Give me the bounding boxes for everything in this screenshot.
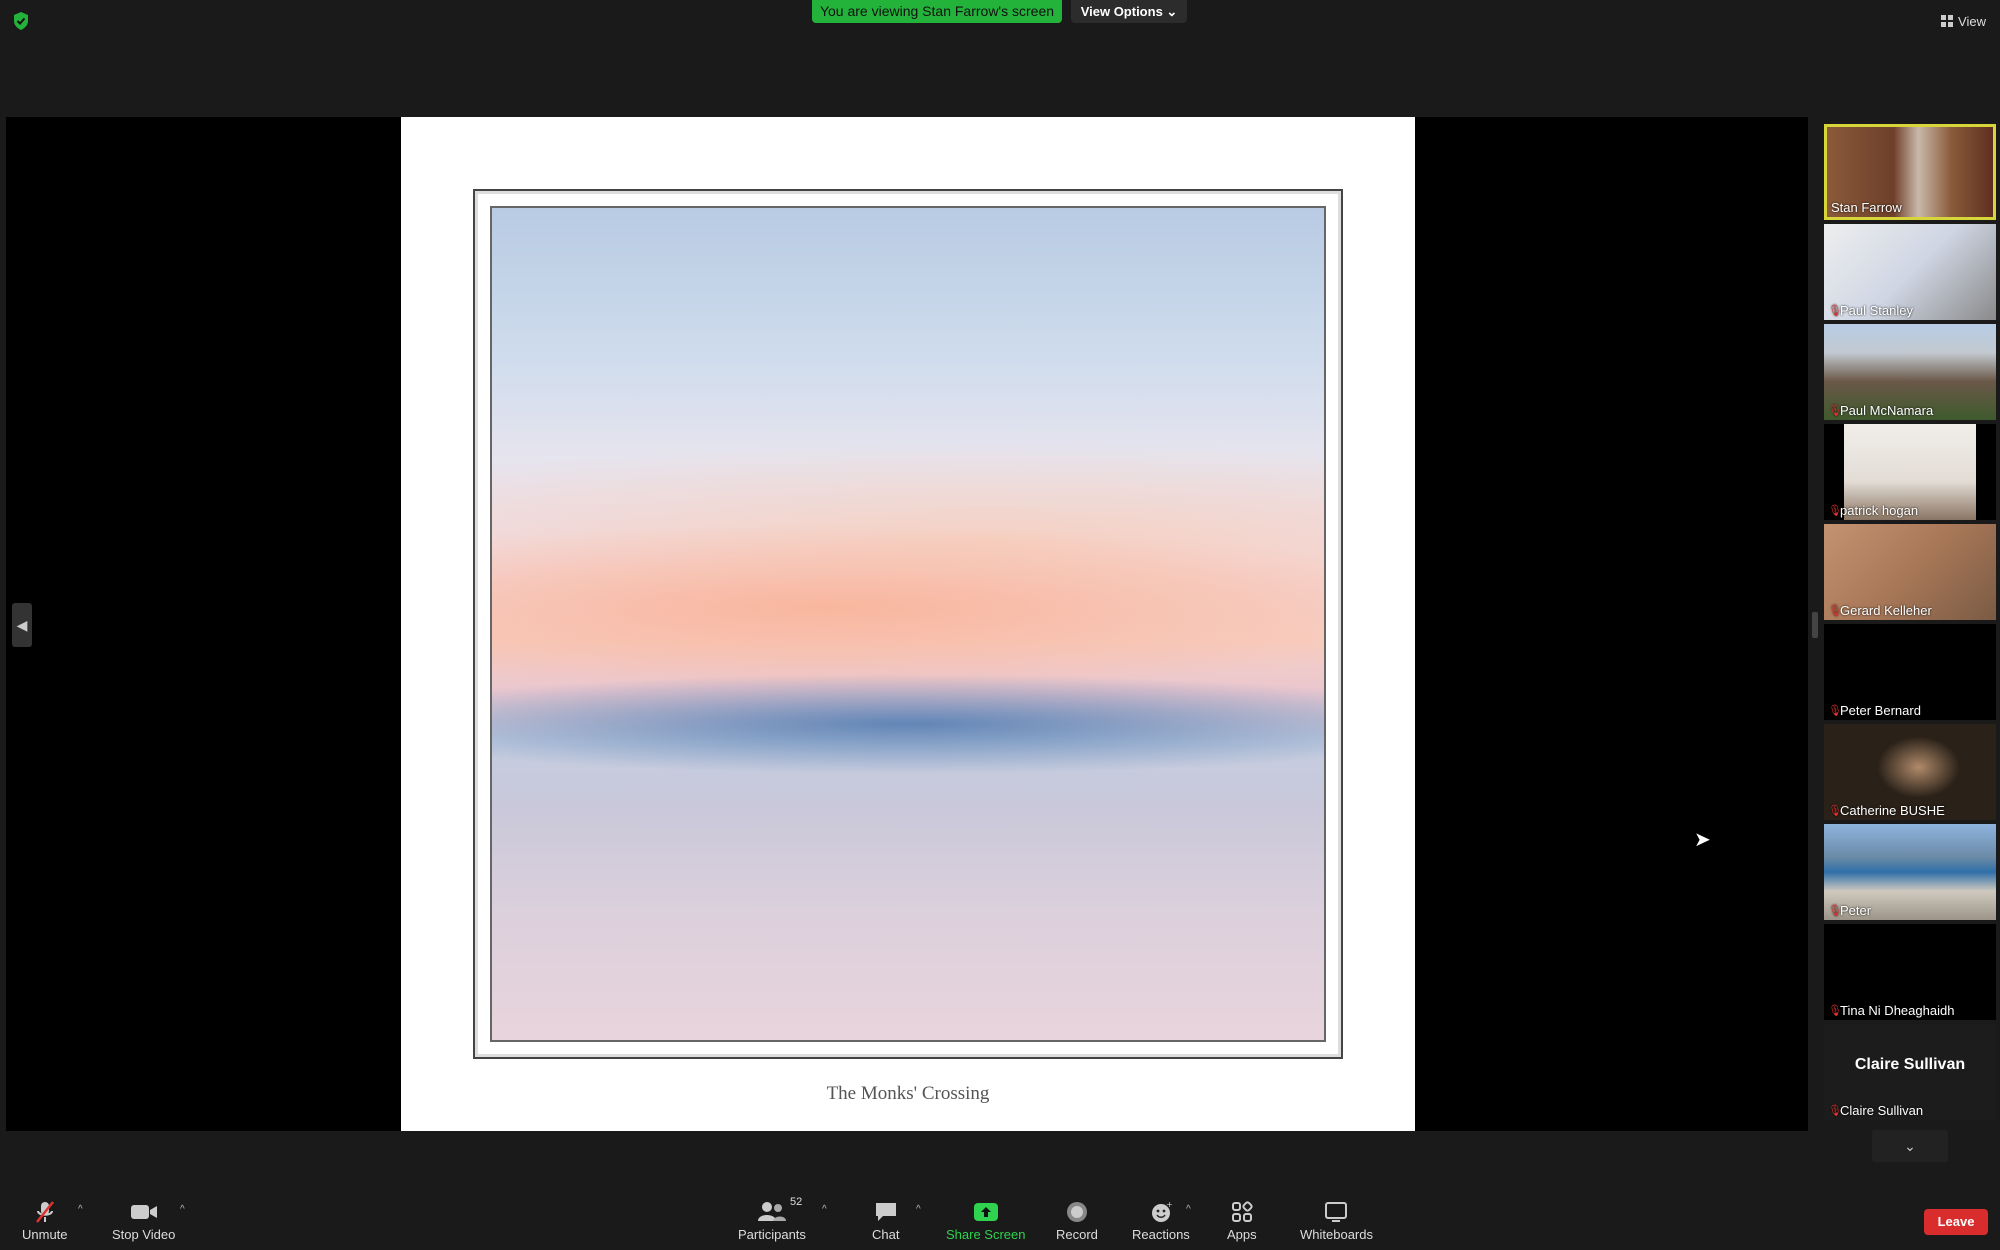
share-screen-button[interactable]: Share Screen bbox=[946, 1200, 1026, 1242]
chat-button[interactable]: Chat bbox=[872, 1200, 899, 1242]
whiteboard-icon bbox=[1324, 1200, 1348, 1224]
video-tile-tina-ni-dheaghaidh[interactable]: 🎙 Tina Ni Dheaghaidh bbox=[1824, 924, 1996, 1020]
view-button[interactable]: View bbox=[1941, 11, 1986, 31]
svg-text:+: + bbox=[1166, 1201, 1172, 1209]
seascape-photo bbox=[492, 208, 1324, 1040]
photo-frame bbox=[473, 189, 1343, 1059]
collapse-left-arrow[interactable]: ◀ bbox=[12, 603, 32, 647]
reactions-options-caret[interactable]: ^ bbox=[1186, 1204, 1191, 1215]
mic-off-icon: 🎙 bbox=[1828, 1104, 1842, 1117]
mic-off-icon: 🎙 bbox=[1828, 304, 1842, 317]
record-icon bbox=[1066, 1200, 1088, 1224]
chat-label: Chat bbox=[872, 1227, 900, 1242]
video-tile-catherine-bushe[interactable]: 🎙 Catherine BUSHE bbox=[1824, 724, 1996, 820]
screen-share-banner: You are viewing Stan Farrow's screen bbox=[812, 0, 1062, 23]
photo-inner-frame bbox=[490, 206, 1326, 1042]
participant-display-name: Claire Sullivan bbox=[1854, 1056, 1966, 1073]
shared-screen-stage: The Monks' Crossing bbox=[6, 117, 1808, 1131]
view-options-button[interactable]: View Options ⌄ bbox=[1071, 0, 1187, 23]
reactions-label: Reactions bbox=[1132, 1227, 1190, 1242]
chat-icon bbox=[874, 1200, 898, 1224]
reactions-icon: + bbox=[1150, 1200, 1172, 1224]
mic-off-icon: 🎙 bbox=[1828, 804, 1842, 817]
splitter-handle[interactable] bbox=[1812, 612, 1818, 638]
grid-icon bbox=[1941, 15, 1954, 27]
mic-off-icon: 🎙 bbox=[1828, 404, 1842, 417]
share-screen-icon bbox=[973, 1200, 999, 1224]
video-tile-peter-bernard[interactable]: 🎙 Peter Bernard bbox=[1824, 624, 1996, 720]
participants-icon: 52 bbox=[757, 1196, 802, 1224]
leave-button[interactable]: Leave bbox=[1924, 1209, 1988, 1235]
participants-button[interactable]: 52 Participants bbox=[738, 1196, 806, 1242]
mic-off-icon bbox=[34, 1200, 56, 1224]
video-tile-paul-stanley[interactable]: 🎙 Paul Stanley bbox=[1824, 224, 1996, 320]
unmute-label: Unmute bbox=[22, 1227, 68, 1242]
stop-video-button[interactable]: Stop Video bbox=[112, 1200, 175, 1242]
participant-name: 🎙 Paul McNamara bbox=[1828, 403, 1934, 418]
video-options-caret[interactable]: ^ bbox=[180, 1204, 185, 1215]
shield-icon[interactable] bbox=[12, 11, 30, 31]
participant-name: 🎙 patrick hogan bbox=[1828, 503, 1919, 518]
apps-button[interactable]: Apps bbox=[1227, 1200, 1257, 1242]
apps-icon bbox=[1231, 1200, 1253, 1224]
participant-name: 🎙 Paul Stanley bbox=[1828, 303, 1913, 318]
video-tile-stan-farrow[interactable]: Stan Farrow bbox=[1824, 124, 1996, 220]
participant-name: 🎙 Peter Bernard bbox=[1828, 703, 1921, 718]
participants-options-caret[interactable]: ^ bbox=[822, 1204, 827, 1215]
view-label: View bbox=[1958, 13, 1986, 29]
chat-options-caret[interactable]: ^ bbox=[916, 1204, 921, 1215]
unmute-button[interactable]: Unmute bbox=[22, 1200, 68, 1242]
participants-label: Participants bbox=[738, 1227, 806, 1242]
mic-off-icon: 🎙 bbox=[1828, 504, 1842, 517]
stop-video-label: Stop Video bbox=[112, 1227, 176, 1242]
video-tile-paul-mcnamara[interactable]: 🎙 Paul McNamara bbox=[1824, 324, 1996, 420]
video-icon bbox=[130, 1200, 158, 1224]
top-bar: You are viewing Stan Farrow's screen Vie… bbox=[0, 0, 2000, 116]
mic-off-icon: 🎙 bbox=[1828, 704, 1842, 717]
mic-off-icon: 🎙 bbox=[1828, 604, 1842, 617]
participant-name: Stan Farrow bbox=[1831, 200, 1902, 215]
video-tile-gerard-kelleher[interactable]: 🎙 Gerard Kelleher bbox=[1824, 524, 1996, 620]
whiteboards-label: Whiteboards bbox=[1300, 1227, 1373, 1242]
shared-slide: The Monks' Crossing bbox=[401, 117, 1415, 1131]
gallery-scroll-down-button[interactable]: ⌄ bbox=[1872, 1130, 1948, 1162]
audio-options-caret[interactable]: ^ bbox=[78, 1204, 83, 1215]
share-screen-label: Share Screen bbox=[946, 1227, 1026, 1242]
participants-count: 52 bbox=[789, 1196, 803, 1208]
slide-caption: The Monks' Crossing bbox=[826, 1083, 990, 1104]
meeting-toolbar: Unmute ^ Stop Video ^ 52 Participants ^ … bbox=[0, 1190, 2000, 1250]
mouse-cursor-icon: ➤ bbox=[1694, 829, 1711, 851]
whiteboards-button[interactable]: Whiteboards bbox=[1300, 1200, 1373, 1242]
video-tile-claire-sullivan[interactable]: Claire Sullivan 🎙 Claire Sullivan bbox=[1824, 1024, 1996, 1120]
apps-label: Apps bbox=[1227, 1227, 1257, 1242]
mic-off-icon: 🎙 bbox=[1828, 904, 1842, 917]
video-tile-patrick-hogan[interactable]: 🎙 patrick hogan bbox=[1824, 424, 1996, 520]
participant-name: 🎙 Catherine BUSHE bbox=[1828, 803, 1945, 818]
participant-name: 🎙 Gerard Kelleher bbox=[1828, 603, 1932, 618]
video-tile-peter[interactable]: 🎙 Peter bbox=[1824, 824, 1996, 920]
reactions-button[interactable]: + Reactions bbox=[1132, 1200, 1190, 1242]
participant-name: 🎙 Tina Ni Dheaghaidh bbox=[1828, 1003, 1955, 1018]
participant-name: 🎙 Claire Sullivan bbox=[1828, 1103, 1924, 1118]
record-label: Record bbox=[1056, 1227, 1098, 1242]
record-button[interactable]: Record bbox=[1056, 1200, 1098, 1242]
mic-off-icon: 🎙 bbox=[1828, 1004, 1842, 1017]
participant-name: 🎙 Peter bbox=[1828, 903, 1872, 918]
